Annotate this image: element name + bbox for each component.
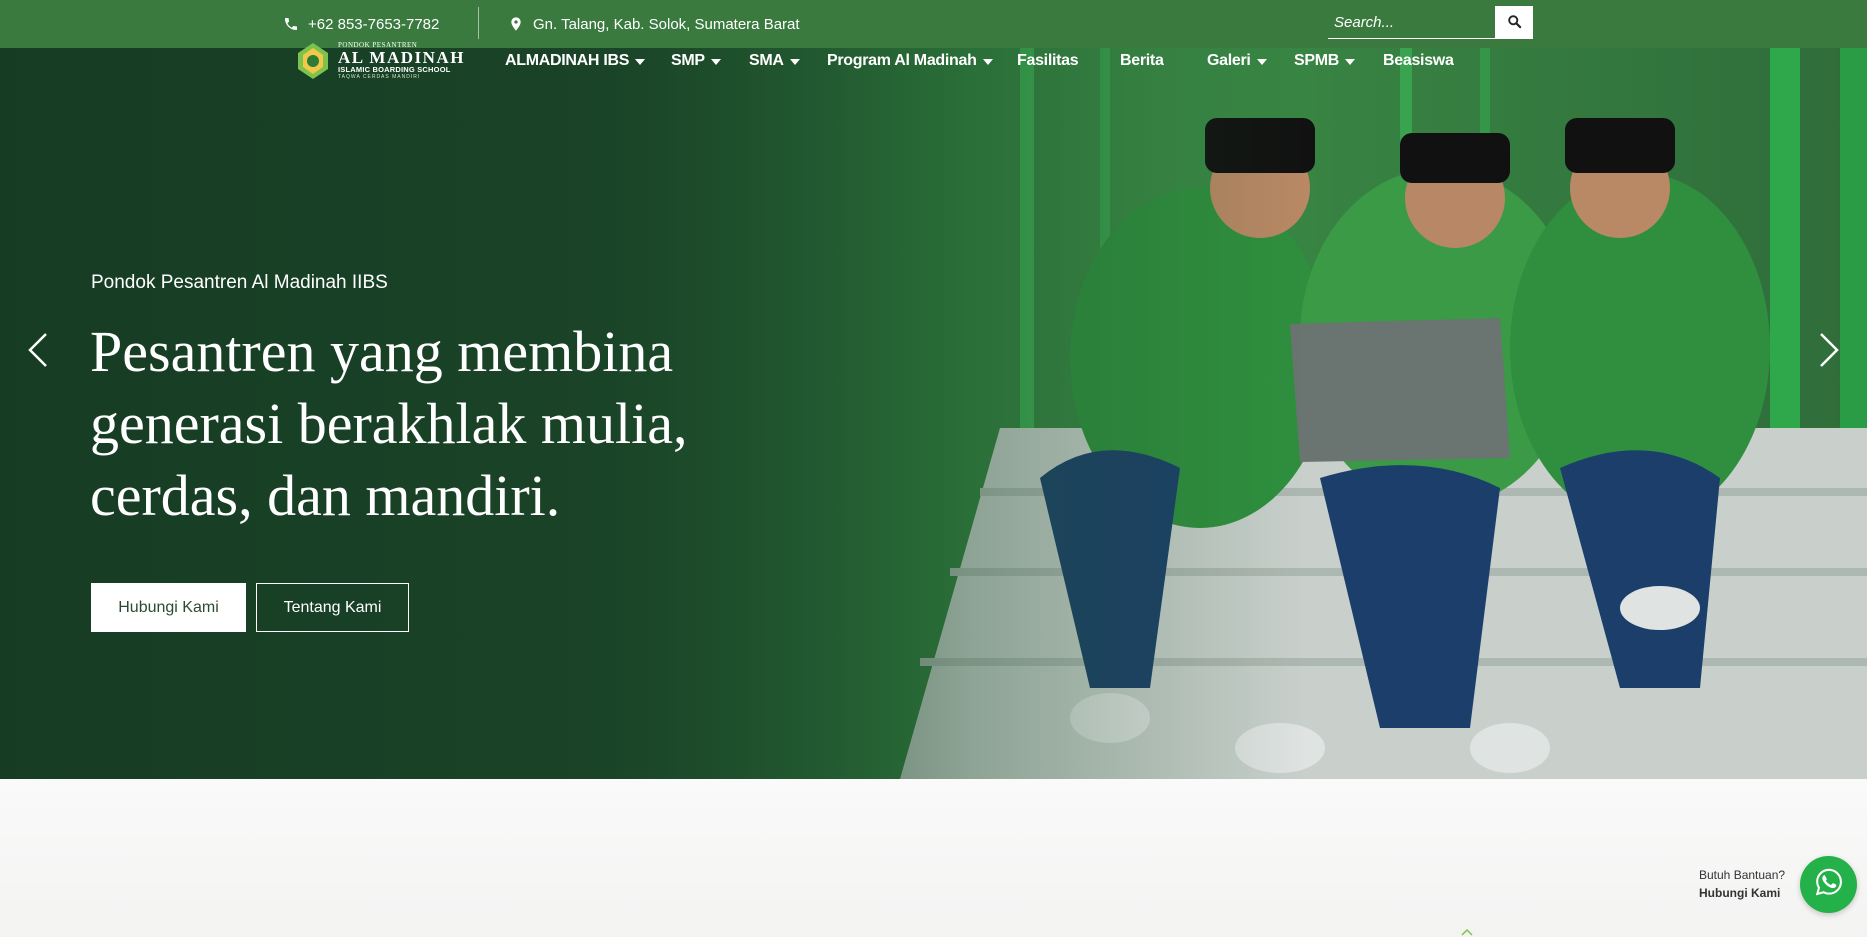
nav-beasiswa[interactable]: Beasiswa [1383,50,1454,72]
contact-address[interactable]: Gn. Talang, Kab. Solok, Sumatera Barat [508,0,800,48]
caret-down-icon [982,59,993,65]
decorative-chevron-icon [1461,928,1473,936]
logo-tagline: TAQWA CERDAS MANDIRI [338,73,421,80]
nav-galeri[interactable]: Galeri [1207,50,1267,72]
chevron-right-icon [1818,332,1840,373]
whatsapp-icon [1814,867,1844,902]
caret-down-icon [1345,59,1356,65]
caret-down-icon [710,59,721,65]
search-input[interactable] [1328,6,1495,39]
about-us-button[interactable]: Tentang Kami [256,583,409,632]
phone-icon [283,16,299,32]
top-bar: +62 853-7653-7782 Gn. Talang, Kab. Solok… [0,0,1867,48]
logo-text: PONDOK PESANTREN AL MADINAH ISLAMIC BOAR… [338,42,465,80]
logo-emblem-icon [298,43,328,79]
logo-name: AL MADINAH [338,48,465,68]
hero-title: Pesantren yang membina generasi berakhla… [90,319,688,528]
phone-text: +62 853-7653-7782 [308,15,440,33]
logo-subtitle: ISLAMIC BOARDING SCHOOL [338,65,451,75]
whatsapp-button[interactable] [1800,856,1857,913]
nav-berita[interactable]: Berita [1120,50,1164,72]
search-button[interactable] [1495,6,1533,39]
help-title: Butuh Bantuan? [1699,868,1786,882]
nav-label: Beasiswa [1383,52,1454,69]
caret-down-icon [789,59,800,65]
nav-label: SMA [749,52,784,69]
nav-program-al-madinah[interactable]: Program Al Madinah [827,50,993,72]
topbar-divider [478,7,479,39]
nav-fasilitas[interactable]: Fasilitas [1017,50,1079,72]
nav-label: Fasilitas [1017,52,1079,69]
chevron-left-icon [27,332,49,373]
content-section [0,779,1867,937]
help-widget-text[interactable]: Butuh Bantuan? Hubungi Kami [1699,866,1785,902]
nav-label: ALMADINAH IBS [505,52,630,69]
caret-down-icon [635,59,646,65]
nav-label: Berita [1120,52,1164,69]
contact-us-button[interactable]: Hubungi Kami [91,583,246,632]
nav-sma[interactable]: SMA [749,50,800,72]
slider-next-button[interactable] [1809,330,1849,374]
search-icon [1507,14,1522,32]
nav-label: Program Al Madinah [827,52,977,69]
address-text: Gn. Talang, Kab. Solok, Sumatera Barat [533,15,800,33]
nav-spmb[interactable]: SPMB [1294,50,1356,72]
nav-label: SMP [671,52,705,69]
search-form [1328,6,1533,39]
caret-down-icon [1256,59,1267,65]
help-cta: Hubungi Kami [1699,886,1781,900]
slider-prev-button[interactable] [18,330,58,374]
site-logo[interactable]: PONDOK PESANTREN AL MADINAH ISLAMIC BOAR… [294,39,470,83]
nav-smp[interactable]: SMP [671,50,721,72]
map-pin-icon [508,16,524,32]
nav-label: SPMB [1294,52,1340,69]
hero-kicker: Pondok Pesantren Al Madinah IIBS [91,272,388,293]
nav-label: Galeri [1207,52,1251,69]
nav-almadinah-ibs[interactable]: ALMADINAH IBS [505,50,646,72]
